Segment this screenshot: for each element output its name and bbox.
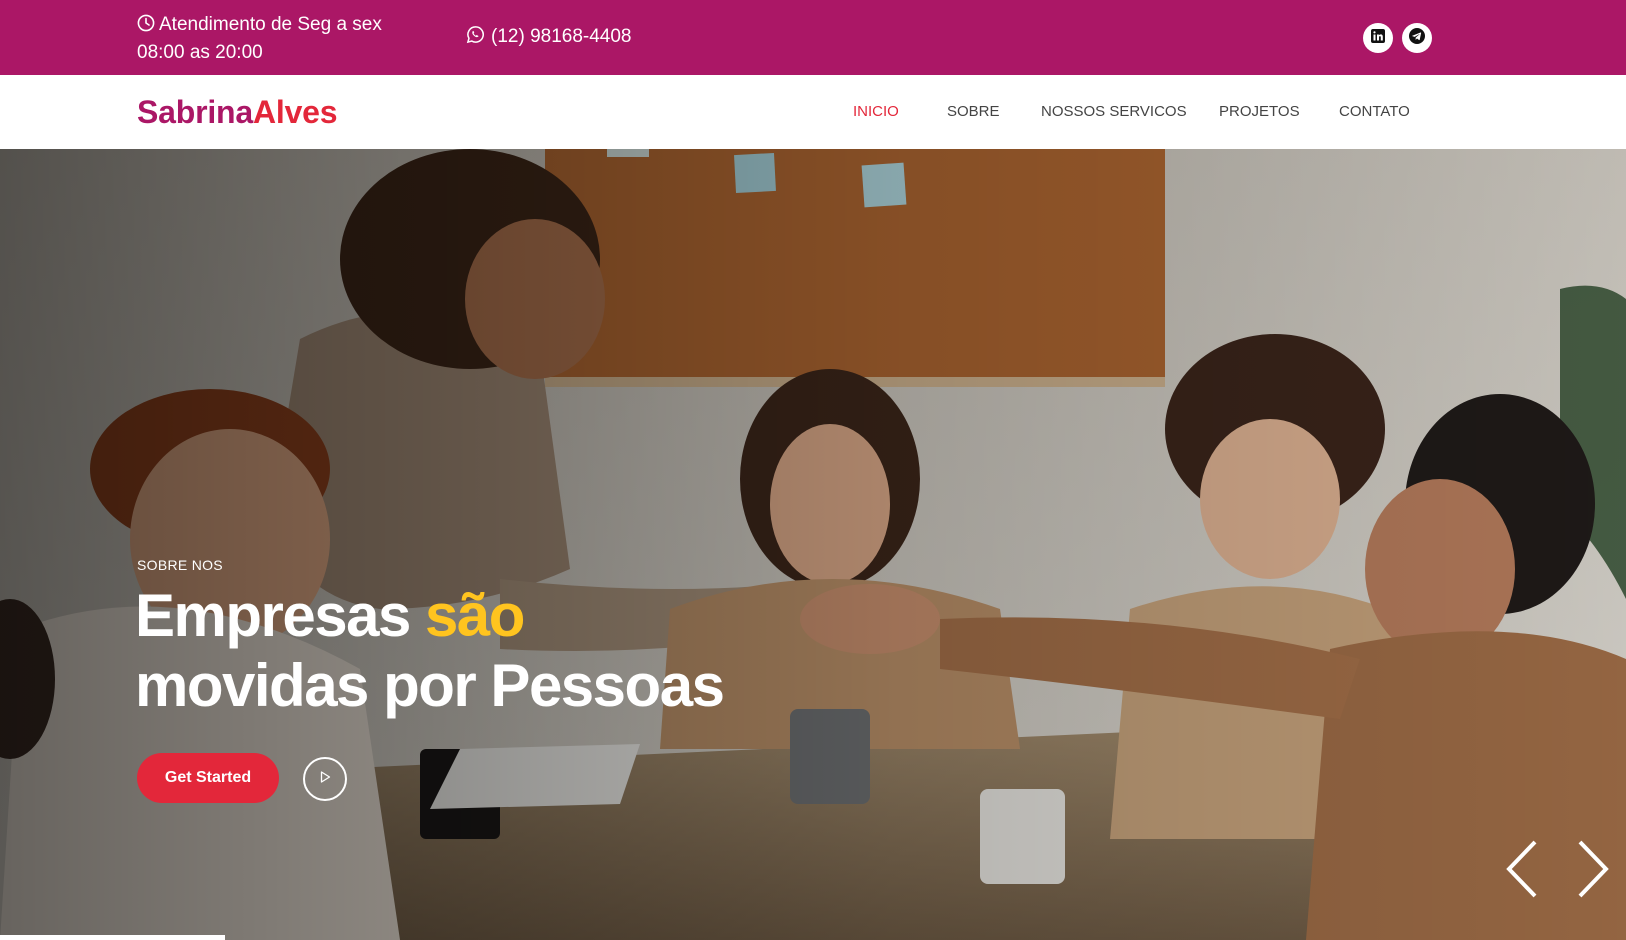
phone-number: (12) 98168-4408 — [491, 26, 632, 47]
whatsapp-icon — [466, 25, 485, 44]
hero-kicker: SOBRE NOS — [137, 557, 223, 573]
telegram-button[interactable] — [1402, 23, 1432, 53]
hours-line-1: Atendimento de Seg a sex — [159, 14, 382, 35]
slider-prev-button[interactable] — [1503, 839, 1543, 899]
headline-line-2: movidas por Pessoas — [135, 652, 725, 719]
business-hours: Atendimento de Seg a sex 08:00 as 20:00 — [137, 11, 382, 67]
nav-item-sobre[interactable]: SOBRE — [947, 102, 1000, 122]
whatsapp-phone[interactable]: (12) 98168-4408 — [466, 23, 632, 51]
get-started-button[interactable]: Get Started — [137, 753, 279, 803]
nav-item-nossos-servicos[interactable]: NOSSOS SERVICOS — [1041, 102, 1187, 122]
telegram-icon — [1408, 27, 1426, 50]
chevron-right-icon — [1572, 840, 1612, 903]
nav-item-inicio[interactable]: INICIO — [853, 102, 899, 122]
slider-progress-bar — [0, 935, 225, 940]
hero-background-photo — [0, 149, 1626, 940]
nav-item-contato[interactable]: CONTATO — [1339, 102, 1410, 122]
linkedin-button[interactable] — [1363, 23, 1393, 53]
headline-part-1: Empresas — [135, 582, 411, 649]
main-header: SabrinaAlves INICIO SOBRE NOSSOS SERVICO… — [0, 75, 1626, 149]
logo-part-1: Sabrina — [137, 94, 253, 130]
nav-item-projetos[interactable]: PROJETOS — [1219, 102, 1300, 122]
play-video-button[interactable] — [303, 757, 347, 801]
linkedin-icon — [1370, 28, 1386, 49]
clock-icon — [137, 13, 155, 32]
top-info-bar: Atendimento de Seg a sex 08:00 as 20:00 … — [0, 0, 1626, 75]
hero-headline: Empresas são movidas por Pessoas — [135, 581, 725, 721]
chevron-left-icon — [1503, 840, 1543, 903]
headline-highlight: são — [425, 582, 525, 649]
play-icon — [318, 770, 332, 789]
slider-next-button[interactable] — [1572, 839, 1612, 899]
hero-slider: SOBRE NOS Empresas são movidas por Pesso… — [0, 149, 1626, 940]
site-logo[interactable]: SabrinaAlves — [137, 92, 338, 132]
logo-part-2: Alves — [252, 94, 338, 130]
hours-line-2: 08:00 as 20:00 — [137, 42, 263, 63]
